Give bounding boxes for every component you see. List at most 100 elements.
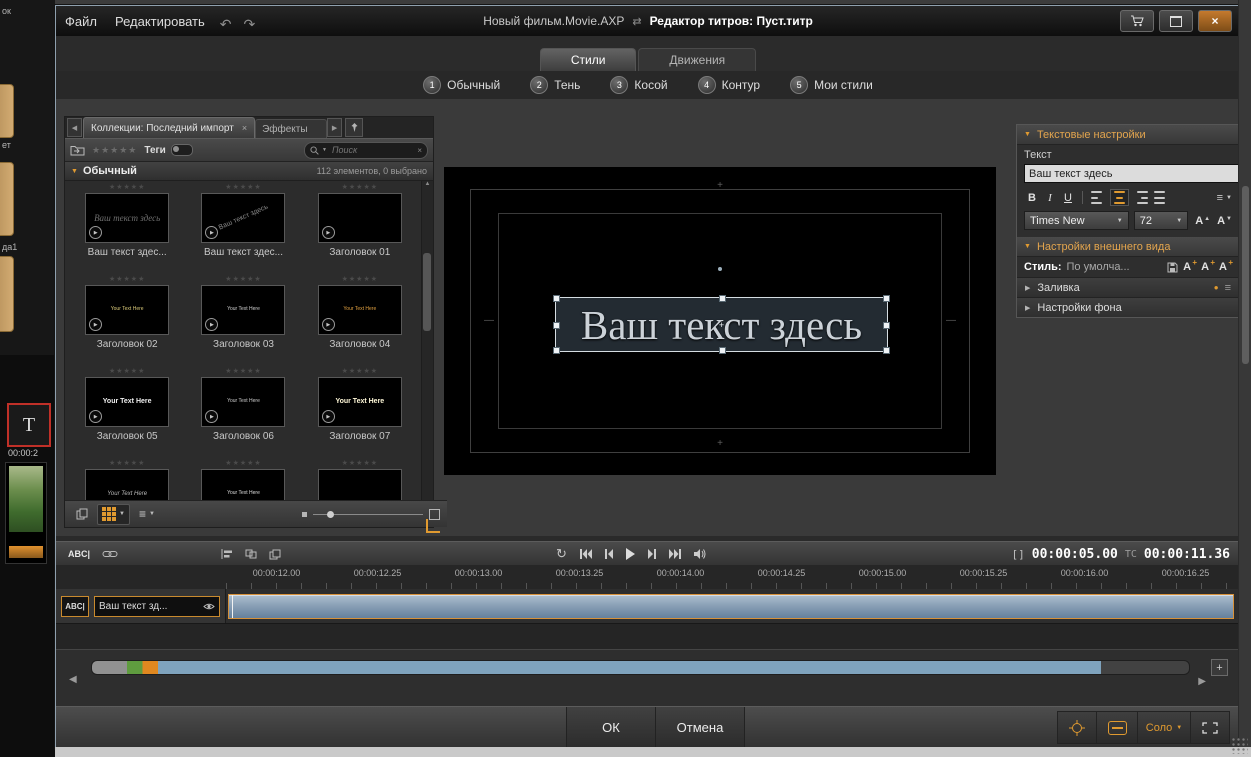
fullscreen-button[interactable] [1191, 712, 1229, 743]
navigator-scrollbar[interactable] [91, 660, 1190, 675]
text-settings-header[interactable]: ▼ Текстовые настройки [1017, 125, 1239, 145]
pin-icon[interactable] [345, 118, 363, 137]
next-frame-icon[interactable] [647, 549, 657, 559]
rating-stars[interactable]: ★★★★★ [109, 183, 145, 193]
text-flow-button[interactable]: ≡ ▼ [1217, 192, 1232, 204]
rating-stars[interactable]: ★★★★★ [225, 183, 261, 193]
tab-close-icon[interactable]: × [242, 123, 247, 133]
panel-resize-marker[interactable] [426, 519, 440, 533]
style-thumbnail[interactable]: Your Text Here ▶ [85, 377, 169, 427]
tab-motions[interactable]: Движения [638, 48, 756, 71]
save-style-icon[interactable] [1167, 262, 1178, 273]
align-center-icon[interactable] [1110, 189, 1129, 206]
undo-icon[interactable]: ↶ [214, 16, 238, 33]
appearance-settings-header[interactable]: ▼ Настройки внешнего вида [1017, 237, 1239, 257]
resize-handle[interactable] [553, 295, 560, 302]
rating-stars[interactable]: ★★★★★ [342, 183, 378, 193]
resize-grip[interactable] [1230, 736, 1248, 754]
tab-scroll-right-icon[interactable]: ▶ [327, 118, 342, 137]
increase-font-button[interactable]: A ▲ [1195, 215, 1210, 227]
add-text-layer-button[interactable]: ABC| [68, 549, 90, 559]
underline-button[interactable]: U [1060, 190, 1076, 206]
play-icon[interactable]: ▶ [205, 318, 218, 331]
library-item[interactable]: ★★★★★ Your Text Here ▶ Заголовок 07 [302, 367, 418, 459]
fill-options-icon[interactable]: ≡ [1225, 282, 1231, 294]
resize-handle[interactable] [719, 347, 726, 354]
order-objects-icon[interactable] [269, 549, 281, 560]
skip-end-icon[interactable] [668, 549, 682, 559]
text-track-icon[interactable]: ABC| [61, 596, 89, 617]
library-item[interactable]: ★★★★★ Your Text Here ▶ [185, 459, 301, 500]
add-edge-style-icon[interactable]: A+ [1201, 261, 1214, 273]
background-section-row[interactable]: ▶ Настройки фона [1017, 297, 1239, 317]
category-slant[interactable]: 3 Косой [610, 76, 667, 94]
loop-icon[interactable]: ↻ [556, 546, 567, 562]
bold-button[interactable]: B [1024, 190, 1040, 206]
play-button[interactable] [625, 548, 636, 560]
resize-handle[interactable] [883, 295, 890, 302]
list-view-button[interactable]: ≡ ▼ [135, 505, 159, 524]
video-clip-thumbnail[interactable] [5, 462, 47, 564]
library-item[interactable]: ★★★★★ Your Text Here ▶ Заголовок 04 [302, 275, 418, 367]
tags-toggle[interactable] [171, 144, 193, 156]
media-thumbnail[interactable] [0, 256, 14, 332]
category-outline[interactable]: 4 Контур [698, 76, 760, 94]
play-icon[interactable]: ▶ [89, 318, 102, 331]
title-text-input[interactable] [1024, 164, 1240, 183]
play-icon[interactable]: ▶ [89, 226, 102, 239]
library-tab-collections[interactable]: Коллекции: Последний импорт × [83, 117, 255, 138]
rating-stars[interactable]: ★★★★★ [225, 459, 261, 469]
close-button[interactable]: × [1198, 10, 1232, 32]
style-thumbnail[interactable]: Ваш текст здесь ▶ [85, 193, 169, 243]
slider-knob[interactable] [327, 511, 334, 518]
library-item[interactable]: ★★★★★ Your Text Here ▶ Заголовок 02 [69, 275, 185, 367]
style-thumbnail[interactable]: Your Text Here ▶ [201, 377, 285, 427]
search-icon[interactable] [310, 146, 319, 155]
background-scrollbar-thumb[interactable] [1242, 186, 1249, 364]
category-my-styles[interactable]: 5 Мои стили [790, 76, 873, 94]
decrease-font-button[interactable]: A ▼ [1217, 215, 1232, 227]
zoom-small-icon[interactable] [302, 512, 307, 517]
shop-cart-button[interactable] [1120, 10, 1154, 32]
library-item[interactable]: ★★★★★ Your Text Here ▶ Заголовок 05 [69, 367, 185, 459]
import-icon[interactable] [70, 144, 85, 156]
rating-stars[interactable]: ★★★★★ [109, 367, 145, 377]
align-left-icon[interactable] [1089, 189, 1108, 206]
play-icon[interactable]: ▶ [322, 318, 335, 331]
library-item[interactable]: ★★★★★ ▶ [302, 459, 418, 500]
fill-color-dot[interactable]: ● [1214, 283, 1219, 292]
group-objects-icon[interactable] [245, 549, 257, 559]
font-family-select[interactable]: Times New ▼ [1024, 211, 1129, 230]
style-thumbnail[interactable]: Your Text Here ▶ [85, 469, 169, 500]
list-view-dropdown-icon[interactable]: ▼ [149, 511, 155, 517]
play-icon[interactable]: ▶ [205, 410, 218, 423]
timeline-ruler[interactable]: 00:00:12.00 00:00:12.25 00:00:13.00 00:0… [56, 565, 1240, 590]
style-thumbnail[interactable]: Ваш текст здесь ▶ [201, 193, 285, 243]
library-group-header[interactable]: ▼ Обычный 112 элементов, 0 выбрано [65, 162, 433, 181]
skip-start-icon[interactable] [579, 549, 593, 559]
play-icon[interactable]: ▶ [322, 410, 335, 423]
motion-target-button[interactable] [1058, 712, 1097, 743]
previous-frame-icon[interactable] [604, 549, 614, 559]
cancel-button[interactable]: Отмена [655, 707, 745, 747]
resize-handle[interactable] [883, 322, 890, 329]
style-thumbnail[interactable]: ▶ [318, 193, 402, 243]
title-clip-icon[interactable]: T [7, 403, 51, 447]
resize-handle[interactable] [553, 347, 560, 354]
visibility-eye-icon[interactable] [203, 602, 215, 611]
tab-styles[interactable]: Стили [540, 48, 637, 71]
play-icon[interactable]: ▶ [89, 410, 102, 423]
rating-stars[interactable]: ★★★★★ [342, 367, 378, 377]
category-shadow[interactable]: 2 Тень [530, 76, 580, 94]
tags-button[interactable]: Теги [144, 144, 192, 156]
ok-button[interactable]: ОК [566, 707, 656, 747]
resize-handle[interactable] [883, 347, 890, 354]
rating-stars[interactable]: ★★★★★ [342, 459, 378, 469]
menu-edit[interactable]: Редактировать [106, 14, 214, 29]
add-shadow-style-icon[interactable]: A+ [1219, 261, 1232, 273]
scroll-up-icon[interactable]: ▲ [422, 181, 433, 187]
text-object-selection[interactable]: Ваш текст здесь + [555, 297, 888, 352]
grid-view-dropdown-icon[interactable]: ▼ [119, 511, 125, 517]
rating-stars[interactable]: ★★★★★ [109, 459, 145, 469]
scrollbar-thumb[interactable] [423, 253, 431, 331]
